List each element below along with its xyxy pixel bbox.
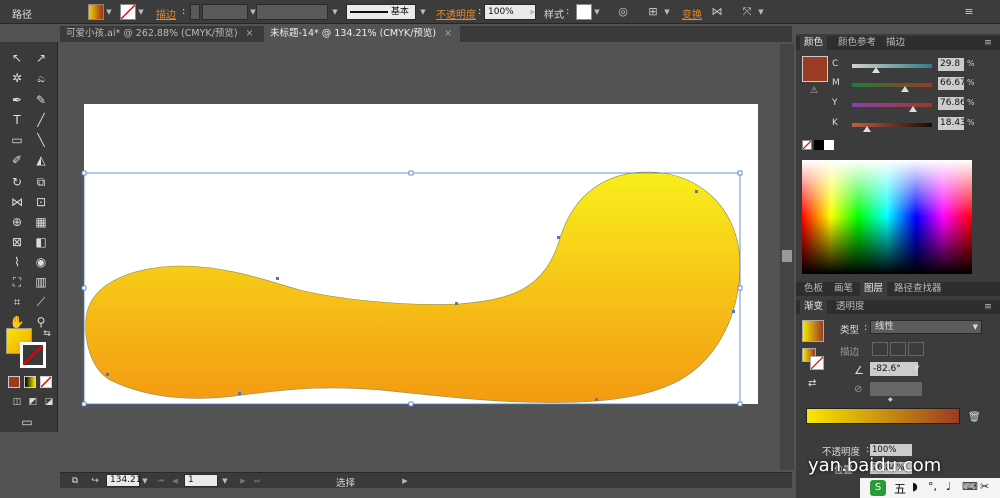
- stroke-along-icon[interactable]: [890, 342, 906, 356]
- tab-color[interactable]: 颜色: [800, 36, 828, 50]
- active-fill-swatch[interactable]: [802, 56, 828, 82]
- export-icon[interactable]: ↪: [84, 471, 106, 491]
- black-swatch[interactable]: [814, 140, 824, 150]
- gradient-type-select[interactable]: 线性 ▼: [870, 320, 982, 334]
- chevron-down-icon[interactable]: ▼: [140, 473, 150, 489]
- first-page-icon[interactable]: ⏮: [156, 473, 166, 489]
- gradient-panel-tabs: 渐变 透明度 ≡: [796, 300, 1000, 314]
- microphone-icon[interactable]: ♩: [946, 480, 951, 493]
- scrollbar-thumb[interactable]: [782, 250, 792, 262]
- page-input[interactable]: 1: [184, 474, 218, 487]
- tab-stroke[interactable]: 描边: [882, 36, 909, 50]
- last-page-icon[interactable]: ⏭: [252, 473, 262, 489]
- slider-row-m: M 66.67 %: [832, 77, 1000, 92]
- slider-knob[interactable]: [909, 106, 918, 112]
- stroke-within-icon[interactable]: [872, 342, 888, 356]
- channel-slider[interactable]: [852, 83, 932, 87]
- gradient-midpoint-icon[interactable]: ◆: [888, 396, 893, 403]
- color-spectrum[interactable]: [802, 160, 972, 274]
- channel-slider[interactable]: [852, 64, 932, 68]
- gradient-slider[interactable]: [806, 408, 960, 424]
- stroke-across-icon[interactable]: [908, 342, 924, 356]
- chevron-right-icon[interactable]: ▶: [400, 473, 410, 489]
- gradient-type-value: 线性: [875, 321, 895, 332]
- status-bar: ⧉ ↪ 134.21 ▼ ⏮ ◀ 1 ▼ ▶ ⏭ 选择 ▶: [60, 471, 792, 491]
- channel-label: M: [832, 78, 840, 88]
- gradient-blob-shape[interactable]: [85, 171, 741, 403]
- tab-gradient[interactable]: 渐变: [800, 300, 828, 314]
- prev-page-icon[interactable]: ◀: [170, 473, 180, 489]
- ime-mode-label[interactable]: 五: [894, 480, 906, 497]
- panel-menu-icon[interactable]: ≡: [980, 36, 996, 50]
- punctuation-icon[interactable]: °,: [928, 480, 937, 493]
- none-swatch[interactable]: [802, 140, 812, 150]
- slider-row-c: C 29.8 %: [832, 58, 1000, 73]
- artboard-nav-icon[interactable]: ⧉: [64, 471, 86, 491]
- aspect-ratio-input[interactable]: [870, 382, 922, 396]
- gradient-angle-input[interactable]: -82.6°: [870, 362, 918, 376]
- slider-knob[interactable]: [862, 126, 871, 132]
- delete-stop-icon[interactable]: 🗑: [968, 412, 981, 423]
- channel-label: Y: [832, 98, 838, 108]
- reverse-gradient-icon[interactable]: ⇄: [808, 378, 816, 389]
- channel-value-input[interactable]: 76.86: [938, 97, 964, 110]
- current-tool-status: 选择: [336, 478, 356, 489]
- tab-layers[interactable]: 图层: [860, 282, 888, 296]
- percent-sign: %: [967, 98, 975, 107]
- tab-transparency[interactable]: 透明度: [832, 300, 869, 314]
- panel-menu-icon[interactable]: ≡: [980, 300, 996, 314]
- tab-brushes[interactable]: 画笔: [830, 282, 857, 296]
- channel-value-input[interactable]: 29.8: [938, 58, 964, 71]
- panel-menu-icon[interactable]: ≡: [962, 5, 976, 19]
- aspect-ratio-icon: ⊘: [854, 384, 863, 395]
- slider-knob[interactable]: [901, 86, 910, 92]
- right-panel-dock: 颜色 颜色参考 描边 ≡ ⚠ C 29.8 % M 66.67 % Y 76.8…: [796, 34, 1000, 498]
- keyboard-icon[interactable]: ⌨: [962, 480, 978, 493]
- color-panel-tabs: 颜色 颜色参考 描边 ≡: [796, 36, 1000, 50]
- canvas-artwork[interactable]: [0, 0, 780, 470]
- tab-color-guide[interactable]: 颜色参考: [834, 36, 880, 50]
- half-width-icon[interactable]: ◗: [912, 480, 918, 493]
- stroke-indicator[interactable]: [810, 356, 824, 370]
- percent-sign: %: [967, 118, 975, 127]
- percent-sign: %: [967, 59, 975, 68]
- tab-swatches[interactable]: 色板: [800, 282, 827, 296]
- slider-row-k: K 18.43 %: [832, 117, 1000, 132]
- angle-icon: ∠: [854, 364, 864, 377]
- slider-row-y: Y 76.86 %: [832, 97, 1000, 112]
- swatch-panel-tabs: 色板 画笔 图层 路径查找器: [796, 282, 1000, 296]
- chevron-down-icon: ▼: [972, 323, 978, 331]
- percent-sign: %: [967, 78, 975, 87]
- vertical-scrollbar[interactable]: [780, 44, 794, 470]
- out-of-gamut-icon[interactable]: ⚠: [810, 86, 818, 96]
- zoom-input[interactable]: 134.21: [106, 474, 142, 487]
- gradient-type-label: 类型: [840, 325, 860, 336]
- watermark: yan.baidu.com: [808, 455, 942, 476]
- ime-toolbar: S 五 ◗ °, ♩ ⌨ ✂: [860, 478, 1000, 498]
- tab-pathfinder[interactable]: 路径查找器: [890, 282, 946, 296]
- chevron-down-icon[interactable]: ▼: [220, 473, 230, 489]
- channel-value-input[interactable]: 18.43: [938, 117, 964, 130]
- channel-label: K: [832, 118, 838, 128]
- slider-knob[interactable]: [871, 67, 880, 73]
- channel-value-input[interactable]: 66.67: [938, 77, 964, 90]
- channel-slider[interactable]: [852, 103, 932, 107]
- white-swatch[interactable]: [824, 140, 834, 150]
- channel-label: C: [832, 59, 839, 69]
- sogou-ime-icon[interactable]: S: [870, 480, 886, 496]
- gradient-thumbnail[interactable]: [802, 320, 824, 342]
- tools-icon[interactable]: ✂: [980, 480, 989, 493]
- gradient-stroke-label: 描边: [840, 347, 860, 358]
- chevron-down-icon[interactable]: ▼: [914, 364, 919, 372]
- next-page-icon[interactable]: ▶: [238, 473, 248, 489]
